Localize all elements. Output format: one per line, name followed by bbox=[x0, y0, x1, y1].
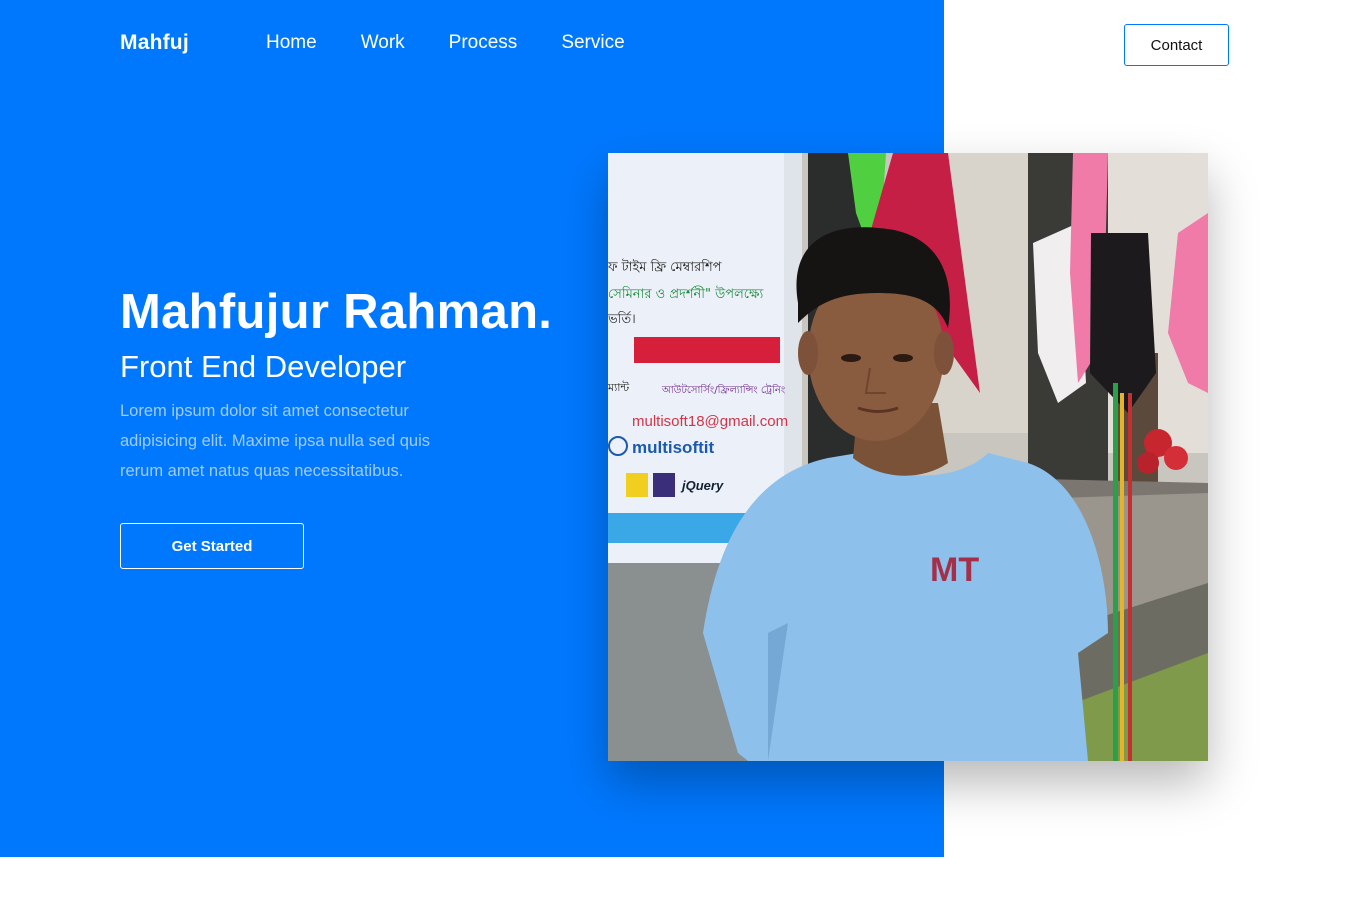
banner-text-line-3: ভর্তি। bbox=[608, 311, 636, 327]
nav-link-service[interactable]: Service bbox=[561, 32, 624, 54]
get-started-button[interactable]: Get Started bbox=[120, 523, 304, 569]
nav-link-work[interactable]: Work bbox=[361, 32, 405, 54]
nav-link-home[interactable]: Home bbox=[266, 32, 317, 54]
main-nav: Home Work Process Service bbox=[266, 32, 625, 54]
brand-logo[interactable]: Mahfuj bbox=[120, 31, 189, 55]
banner-facebook: multisoftit bbox=[632, 438, 714, 457]
banner-text-line-5: আউটসোর্সিং/ফ্রিল্যান্সিং ট্রেনিং bbox=[661, 383, 785, 396]
banner-text-line-2: সেমিনার ও প্রদর্শনী" উপলক্ষ্যে bbox=[608, 286, 764, 302]
contact-button[interactable]: Contact bbox=[1124, 24, 1229, 66]
banner-text-line-4: ম্যান্ট bbox=[608, 381, 629, 394]
hero-description: Lorem ipsum dolor sit amet consectetur a… bbox=[120, 402, 430, 480]
profile-photo: ফ টাইম ফ্রি মেম্বারশিপ সেমিনার ও প্রদর্শ… bbox=[608, 153, 1208, 761]
banner-text-line-1: ফ টাইম ফ্রি মেম্বারশিপ bbox=[608, 259, 722, 275]
banner-jquery: jQuery bbox=[680, 478, 724, 493]
banner-email: multisoft18@gmail.com bbox=[632, 413, 788, 430]
hero-role: Front End Developer bbox=[120, 349, 407, 384]
hero-name: Mahfujur Rahman. bbox=[120, 285, 553, 339]
shirt-logo: MT bbox=[930, 551, 979, 589]
nav-link-process[interactable]: Process bbox=[449, 32, 518, 54]
